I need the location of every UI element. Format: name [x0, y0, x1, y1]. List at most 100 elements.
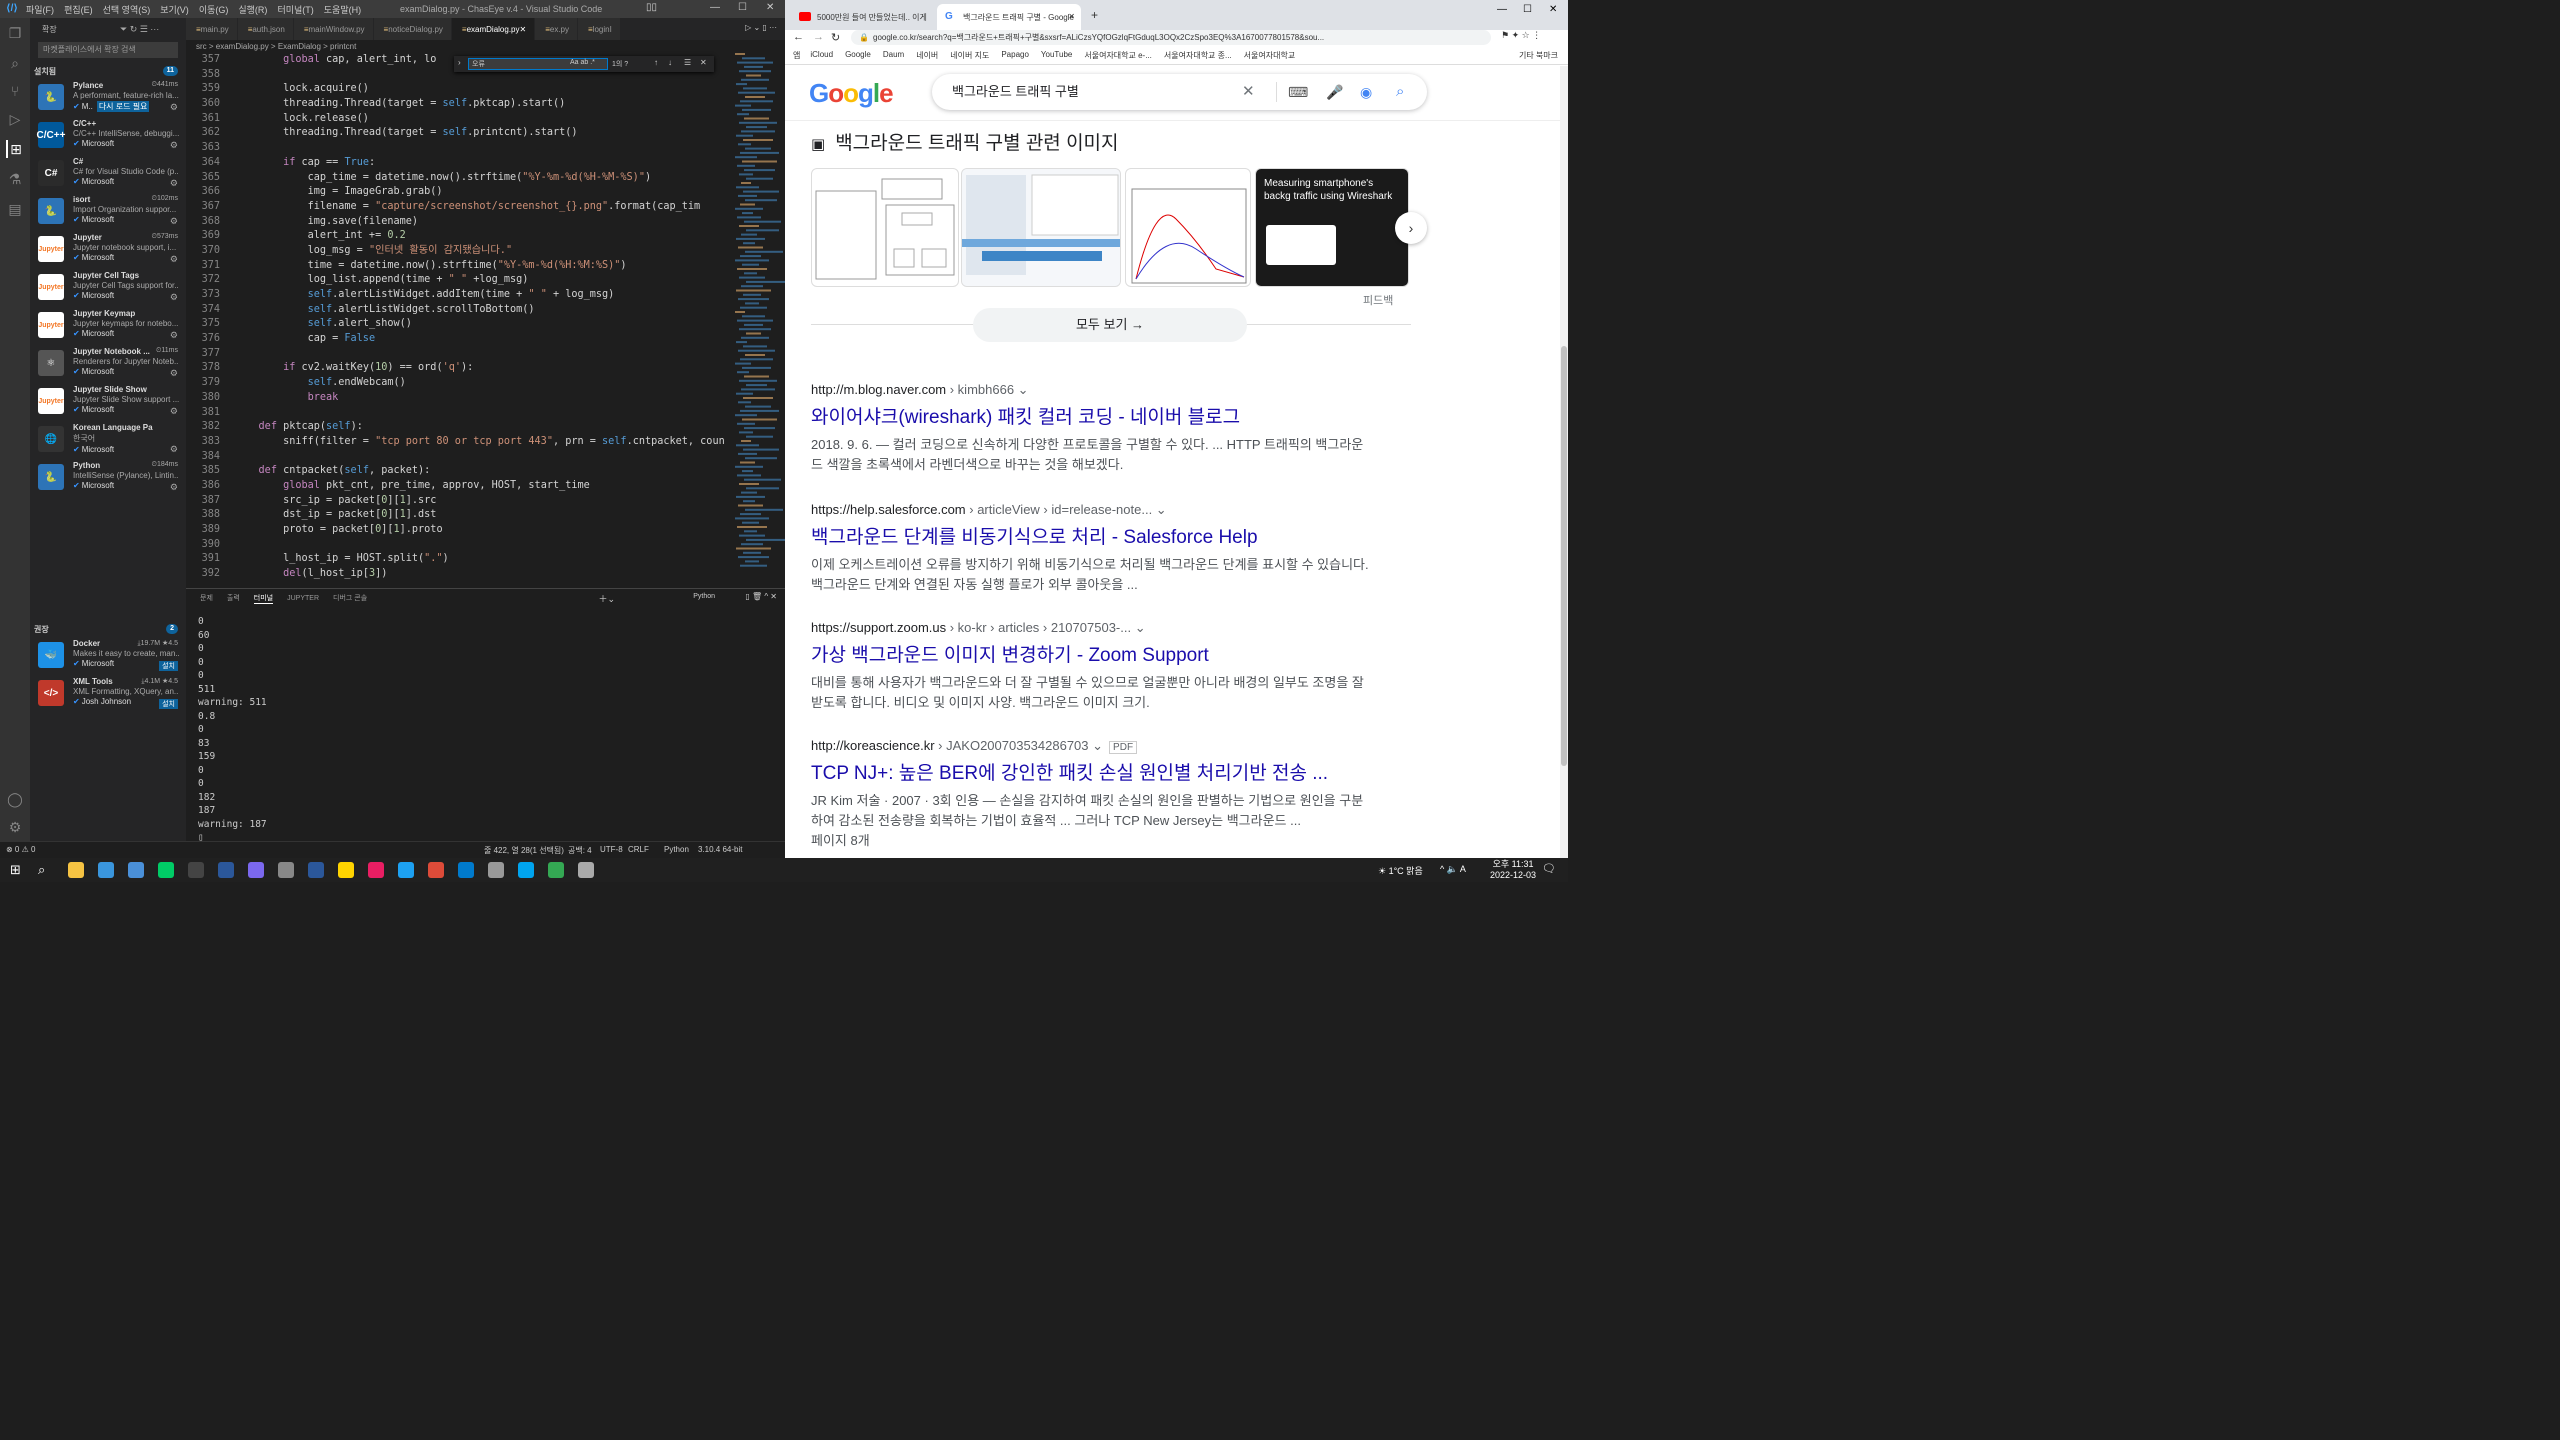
indent-status[interactable]: 공백: 4 — [568, 845, 592, 856]
clock[interactable]: 오후 11:31 2022-12-03 — [1490, 859, 1536, 881]
bookmark-item[interactable]: Google — [845, 50, 871, 61]
extension-item[interactable]: ⚛ Jupyter Notebook ... Renderers for Jupyt… — [30, 344, 186, 382]
extension-item[interactable]: 🌐 Korean Language Pack for... 한국어 ✔Microsof… — [30, 420, 186, 458]
find-options-icon[interactable]: Aa ab .* — [570, 59, 595, 66]
image-result-4[interactable]: Measuring smartphone's backg traffic usi… — [1255, 168, 1409, 287]
bookmark-item[interactable]: YouTube — [1041, 50, 1072, 61]
taskbar-app-icon[interactable] — [398, 862, 414, 878]
editor-tab[interactable]: ≡ loginI — [578, 18, 621, 40]
extension-item[interactable]: C# C# C# for Visual Studio Code (p... ✔ Micr… — [30, 154, 186, 192]
bookmark-item[interactable]: 네이버 — [916, 50, 938, 61]
other-bookmarks[interactable]: 기타 북마크 — [1519, 50, 1558, 61]
filter-icon[interactable]: ⏷ ↻ ☰ ··· — [120, 24, 159, 35]
new-terminal-icon[interactable]: ＋⌄ — [598, 592, 615, 605]
result-extra[interactable]: 페이지 8개 — [811, 831, 1371, 851]
recommended-section-header[interactable]: 권장 2 — [30, 622, 186, 636]
account-icon[interactable]: ◯ — [6, 790, 24, 808]
extension-item[interactable]: Jupyter Jupyter Jupyter notebook support, … — [30, 230, 186, 268]
extension-item[interactable]: 🐍 Python IntelliSense (Pylance), Lintin...… — [30, 458, 186, 496]
eol-status[interactable]: CRLF — [628, 845, 649, 854]
taskbar-app-icon[interactable] — [158, 862, 174, 878]
install-button[interactable]: 설치 — [159, 661, 178, 671]
menu-item[interactable]: 도움말(H) — [324, 3, 361, 16]
find-close-icon[interactable]: ✕ — [700, 58, 707, 67]
result-url[interactable]: https://help.salesforce.com › articleVie… — [811, 502, 1371, 518]
extensions-puzzle-icon[interactable]: ⚑ ✦ ☆ ⋮ — [1501, 30, 1541, 41]
editor-tab[interactable]: ≡ ex.py — [535, 18, 578, 40]
taskbar-app-icon[interactable] — [98, 862, 114, 878]
bookmark-item[interactable]: Papago — [1001, 50, 1029, 61]
manage-gear-icon[interactable]: ⚙ — [170, 254, 178, 265]
voice-search-icon[interactable]: 🎤 — [1326, 74, 1343, 110]
address-bar[interactable]: 🔒 google.co.kr/search?q=백그라운드+트래픽+구별&sxs… — [851, 30, 1491, 45]
editor-tab[interactable]: ≡ examDialog.py ✕ — [451, 18, 536, 40]
extension-item[interactable]: Jupyter Jupyter Slide Show Jupyter Slide S… — [30, 382, 186, 420]
more-options-icon[interactable]: ⌄ — [1152, 502, 1167, 517]
panel-controls-icon[interactable]: ▯ 🗑 ^ ✕ — [745, 592, 777, 601]
find-selection-icon[interactable]: ☰ — [684, 58, 691, 67]
bookmark-item[interactable]: 서울여자대학교 — [1244, 50, 1296, 61]
explorer-icon[interactable]: ❐ — [6, 24, 24, 42]
manage-gear-icon[interactable]: ⚙ — [170, 444, 178, 455]
manage-gear-icon[interactable]: ⚙ — [170, 216, 178, 227]
apps-shortcut[interactable]: 앱 — [793, 50, 800, 61]
manage-gear-icon[interactable]: ⚙ — [170, 482, 178, 493]
menu-item[interactable]: 이동(G) — [199, 3, 229, 16]
code-editor[interactable]: 357 global cap, alert_int, lo 358 359 lock… — [186, 53, 731, 585]
editor-actions[interactable]: ▷ ⌄ ▯ ··· — [737, 18, 785, 40]
taskbar-app-icon[interactable] — [68, 862, 84, 878]
interpreter-status[interactable]: 3.10.4 64-bit — [698, 845, 742, 854]
install-button[interactable]: 설치 — [159, 699, 178, 709]
menu-item[interactable]: 편집(E) — [64, 3, 93, 16]
installed-section-header[interactable]: 설치됨 11 — [30, 64, 186, 78]
lens-icon[interactable]: ◉ — [1360, 74, 1372, 110]
editor-tab[interactable]: ≡ auth.json — [237, 18, 294, 40]
close-tab-icon[interactable]: ✕ — [520, 25, 527, 34]
see-all-button[interactable]: 모두 보기 → — [973, 308, 1247, 342]
find-next-icon[interactable]: ↓ — [668, 58, 672, 67]
menu-item[interactable]: 선택 영역(S) — [103, 3, 151, 16]
taskbar-app-icon[interactable] — [218, 862, 234, 878]
reload-icon[interactable]: ↻ — [831, 31, 840, 44]
taskbar-app-icon[interactable] — [188, 862, 204, 878]
editor-tab[interactable]: ≡ noticeDialog.py — [373, 18, 452, 40]
taskbar-app-icon[interactable] — [548, 862, 564, 878]
weather-status[interactable]: ☀ 1°C 맑음 — [1378, 864, 1423, 877]
terminal-output[interactable]: 0 60 0 0 0 511 warning: 511 0.8 0 83 159 0 0 182 187 wa… — [186, 615, 785, 845]
panel-tab[interactable]: 디버그 콘솔 — [333, 593, 367, 603]
extension-item[interactable]: 🐍 Pylance A performant, feature-rich la...… — [30, 78, 186, 116]
menu-item[interactable]: 터미널(T) — [277, 3, 313, 16]
image-result-2[interactable] — [961, 168, 1121, 287]
tray-icons[interactable]: ^ 🔈 A — [1440, 864, 1466, 875]
image-result-1[interactable] — [811, 168, 959, 287]
keyboard-icon[interactable]: ⌨ — [1288, 74, 1308, 110]
extension-item[interactable]: </> XML Tools XML Formatting, XQuery, an..… — [30, 674, 186, 712]
editor-tab[interactable]: ≡ mainWindow.py — [293, 18, 374, 40]
extension-item[interactable]: 🐍 isort Import Organization suppor... ✔ Micr… — [30, 192, 186, 230]
bookmark-item[interactable]: 서울여자대학교 e-... — [1084, 50, 1152, 61]
breadcrumb[interactable]: src > examDialog.py > ExamDialog > print… — [186, 40, 785, 53]
menu-item[interactable]: 파일(F) — [26, 3, 54, 16]
bookmark-item[interactable]: Daum — [883, 50, 904, 61]
close-button[interactable]: ✕ — [766, 2, 774, 13]
more-options-icon[interactable]: ⌄ — [1014, 382, 1029, 397]
find-toggle-icon[interactable]: › — [458, 58, 461, 67]
encoding-status[interactable]: UTF-8 — [600, 845, 623, 854]
panel-tab[interactable]: JUPYTER — [287, 595, 319, 602]
taskbar-app-icon[interactable] — [488, 862, 504, 878]
google-logo[interactable]: Google — [809, 78, 894, 109]
minimap[interactable] — [731, 53, 785, 585]
menu-item[interactable]: 실행(R) — [238, 3, 267, 16]
minimize-button[interactable]: — — [710, 2, 720, 13]
taskbar-app-icon[interactable] — [278, 862, 294, 878]
taskbar-app-icon[interactable] — [338, 862, 354, 878]
problems-status[interactable]: ⊗ 0 ⚠ 0 — [6, 845, 35, 854]
maximize-button[interactable]: ☐ — [738, 2, 747, 13]
manage-gear-icon[interactable]: ⚙ — [170, 102, 178, 113]
maximize-button[interactable]: ☐ — [1523, 4, 1532, 15]
next-images-icon[interactable]: › — [1395, 212, 1427, 244]
result-title-link[interactable]: TCP NJ+: 높은 BER에 강인한 패킷 손실 원인별 처리기반 전송 .… — [811, 758, 1371, 785]
clear-search-icon[interactable]: ✕ — [1242, 74, 1255, 110]
settings-gear-icon[interactable]: ⚙ — [6, 818, 24, 836]
panel-tab[interactable]: 터미널 — [253, 593, 274, 604]
